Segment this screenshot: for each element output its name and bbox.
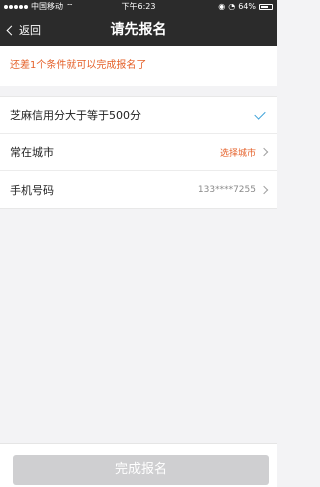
status-bar: 中国移动 ⌔ 下午6:23 ◉ ◔ 64% bbox=[0, 0, 277, 14]
phone-value: 133****7255 bbox=[197, 184, 256, 195]
top-bar: 中国移动 ⌔ 下午6:23 ◉ ◔ 64% 返回 请先报名 bbox=[0, 0, 277, 46]
chevron-right-icon bbox=[259, 185, 269, 194]
checkmark-icon bbox=[254, 107, 266, 120]
row-value-wrap: 133****7255 bbox=[197, 184, 269, 195]
row-label: 芝麻信用分大于等于500分 bbox=[10, 109, 141, 122]
location-icon: ◉ bbox=[218, 2, 226, 11]
status-right: ◉ ◔ 64% bbox=[218, 0, 273, 14]
condition-list: 芝麻信用分大于等于500分 常在城市 选择城市 手机号码 133****7255 bbox=[0, 96, 277, 209]
row-value-wrap: 选择城市 bbox=[219, 146, 269, 159]
row-credit-score: 芝麻信用分大于等于500分 bbox=[0, 97, 277, 134]
row-city[interactable]: 常在城市 选择城市 bbox=[0, 134, 277, 171]
complete-registration-button[interactable]: 完成报名 bbox=[13, 455, 269, 485]
footer-bar: 完成报名 bbox=[0, 443, 277, 487]
row-label: 手机号码 bbox=[10, 183, 54, 197]
chevron-right-icon bbox=[259, 147, 269, 157]
page-title: 请先报名 bbox=[110, 22, 167, 38]
city-select-value: 选择城市 bbox=[219, 148, 256, 159]
battery-percent: 64% bbox=[238, 2, 256, 11]
row-label: 常在城市 bbox=[10, 146, 54, 159]
battery-icon bbox=[259, 4, 273, 10]
condition-notice: 还差1个条件就可以完成报名了 bbox=[0, 46, 277, 86]
row-phone[interactable]: 手机号码 133****7255 bbox=[0, 171, 277, 208]
alarm-icon: ◔ bbox=[228, 2, 236, 11]
navigation-bar: 返回 请先报名 bbox=[0, 14, 277, 46]
